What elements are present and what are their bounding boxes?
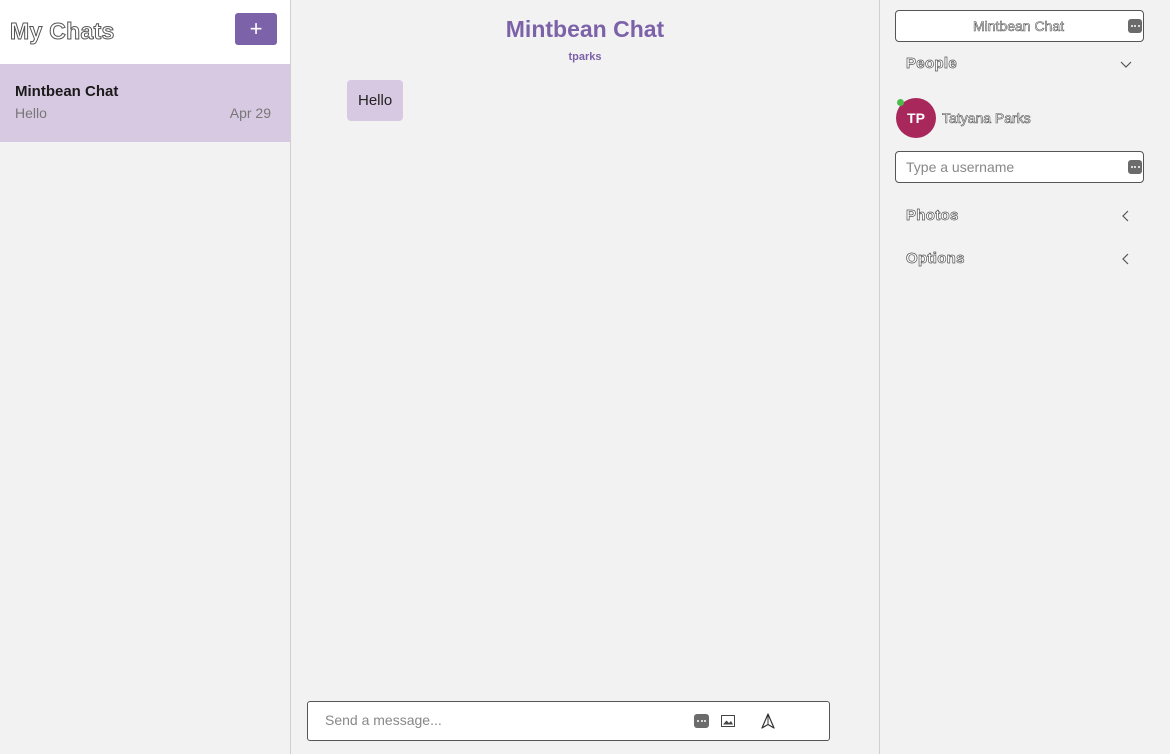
message-composer: [307, 701, 830, 741]
chat-settings-panel: People TP Tatyana Parks Photos Options: [881, 0, 1170, 754]
people-label: People: [906, 55, 957, 73]
message-input[interactable]: [325, 712, 685, 728]
people-section-header[interactable]: People: [895, 49, 1144, 79]
emoji-icon[interactable]: [694, 714, 709, 728]
chat-card-title: Mintbean Chat: [15, 83, 119, 100]
chevron-down-icon: [1120, 61, 1132, 68]
photos-label: Photos: [906, 207, 959, 225]
new-chat-button[interactable]: +: [235, 13, 277, 45]
chat-title-field: [895, 10, 1144, 42]
person-row[interactable]: TP Tatyana Parks: [896, 98, 1145, 138]
username-input[interactable]: [906, 159, 1116, 175]
chat-list-sidebar: My Chats + Mintbean Chat Hello Apr 29: [0, 0, 291, 754]
chat-title: Mintbean Chat: [505, 16, 665, 42]
add-person-field: [895, 151, 1144, 183]
sidebar-header: My Chats +: [0, 0, 290, 64]
options-section-header[interactable]: Options: [895, 244, 1144, 274]
online-indicator: [897, 99, 904, 106]
message-bubble: Hello: [347, 80, 404, 121]
chat-feed: Mintbean Chat tparks Hello: [291, 0, 880, 754]
options-label: Options: [906, 250, 965, 268]
chevron-left-icon: [1122, 253, 1129, 265]
chat-title-input[interactable]: [906, 18, 1131, 34]
chat-subtitle: tparks: [568, 51, 602, 63]
username-options-icon[interactable]: [1128, 160, 1142, 174]
title-options-icon[interactable]: [1128, 19, 1142, 33]
sidebar-title: My Chats: [10, 18, 115, 45]
chat-card-preview: Hello: [15, 105, 47, 121]
chevron-left-icon: [1122, 210, 1129, 222]
person-name: Tatyana Parks: [942, 110, 1031, 127]
photos-section-header[interactable]: Photos: [895, 201, 1144, 231]
send-icon[interactable]: [761, 713, 775, 729]
image-icon[interactable]: [721, 715, 735, 727]
chat-card[interactable]: Mintbean Chat Hello Apr 29: [0, 64, 290, 142]
chat-card-date: Apr 29: [229, 105, 271, 121]
